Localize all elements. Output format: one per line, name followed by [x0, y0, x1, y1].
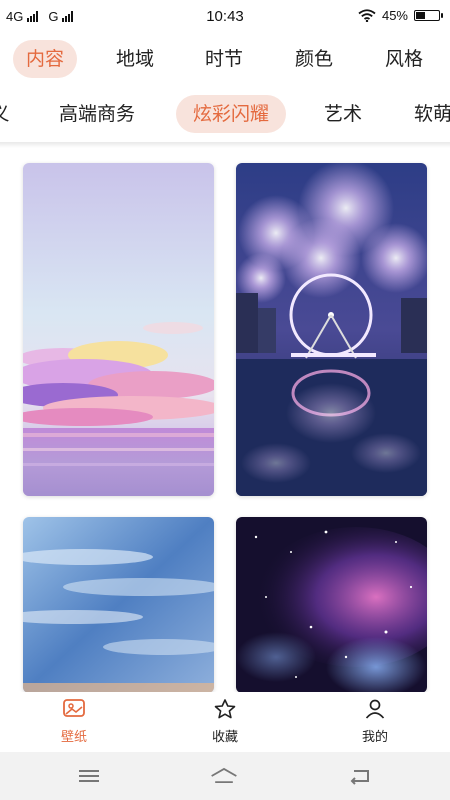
nav-wallpaper-label: 壁纸 — [60, 730, 87, 745]
tab-cute[interactable]: 软萌 — [404, 95, 450, 133]
primary-category-tabs: 内容 地域 时节 颜色 风格 — [0, 40, 450, 82]
wallpaper-image — [236, 163, 427, 496]
star-icon — [214, 699, 236, 719]
person-icon — [365, 699, 385, 719]
tabs-divider — [0, 142, 450, 148]
tab-art[interactable]: 艺术 — [314, 95, 372, 133]
nav-profile[interactable]: 我的 — [335, 698, 415, 745]
home-icon[interactable] — [209, 764, 239, 788]
status-right: 45% — [358, 8, 443, 23]
wallpaper-image — [23, 517, 214, 693]
wallpaper-icon — [63, 699, 85, 717]
status-bar: 4G G 10:43 45% — [0, 0, 450, 32]
system-nav-bar — [0, 752, 450, 800]
battery-icon — [414, 10, 443, 21]
tab-content[interactable]: 内容 — [13, 40, 77, 78]
tab-region[interactable]: 地域 — [103, 40, 167, 78]
wallpaper-card-galaxy-nebula[interactable] — [236, 517, 427, 693]
tab-dazzling[interactable]: 炫彩闪耀 — [176, 95, 286, 133]
wifi-icon — [358, 9, 376, 22]
wallpaper-card-blue-sky-clouds[interactable] — [23, 517, 214, 693]
tab-style[interactable]: 风格 — [372, 40, 436, 78]
nav-favorites-label: 收藏 — [211, 730, 238, 745]
back-icon[interactable] — [346, 764, 376, 788]
secondary-category-tabs: 义 高端商务 炫彩闪耀 艺术 软萌 — [0, 95, 450, 135]
wallpaper-image — [236, 517, 427, 693]
wallpaper-card-fireworks-ferris-wheel[interactable] — [236, 163, 427, 496]
menu-icon[interactable] — [74, 764, 104, 788]
battery-percent: 45% — [381, 8, 408, 23]
nav-favorites[interactable]: 收藏 — [185, 698, 265, 745]
bottom-nav: 壁纸 收藏 我的 — [0, 692, 450, 752]
wallpaper-image — [23, 163, 214, 496]
tab-season[interactable]: 时节 — [192, 40, 256, 78]
tab-secondary-partial[interactable]: 义 — [0, 95, 12, 133]
tab-business[interactable]: 高端商务 — [46, 95, 148, 133]
tab-color[interactable]: 颜色 — [282, 40, 346, 78]
nav-wallpaper[interactable]: 壁纸 — [34, 698, 114, 745]
nav-profile-label: 我的 — [361, 730, 388, 745]
wallpaper-card-pastel-cloud-sea[interactable] — [23, 163, 214, 496]
